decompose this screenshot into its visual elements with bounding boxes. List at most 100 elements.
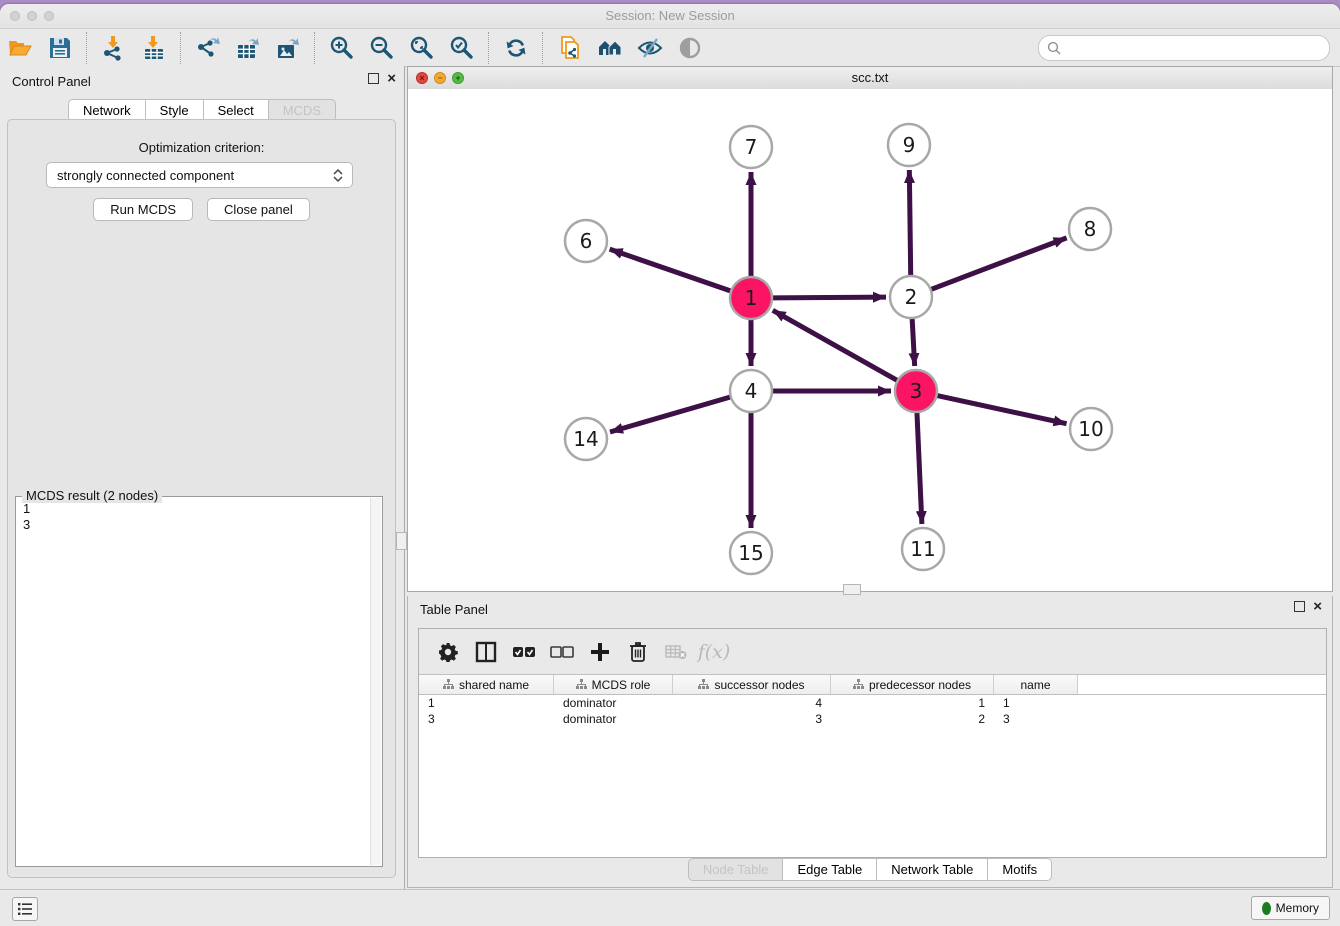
tab-node-table[interactable]: Node Table [688, 858, 784, 881]
graph-node-2[interactable]: 2 [890, 276, 932, 318]
graph-edge-3-11[interactable] [917, 412, 922, 524]
graph-edge-1-6[interactable] [610, 249, 732, 291]
tab-edge-table[interactable]: Edge Table [783, 858, 877, 881]
memory-status-icon [1262, 902, 1271, 915]
duplicate-network-icon[interactable] [555, 33, 585, 63]
float-panel-icon[interactable] [368, 73, 379, 84]
zoom-fit-icon[interactable] [407, 33, 437, 63]
graph-edge-2-8[interactable] [931, 238, 1067, 290]
tab-network-table[interactable]: Network Table [877, 858, 988, 881]
table-cell[interactable]: dominator [554, 696, 673, 710]
table-panel-title: Table Panel [420, 602, 488, 617]
table-cell[interactable]: 4 [673, 696, 831, 710]
result-scrollbar[interactable] [370, 498, 381, 865]
run-mcds-button[interactable]: Run MCDS [93, 198, 193, 221]
close-table-panel-icon[interactable]: × [1313, 602, 1322, 612]
open-session-icon[interactable] [5, 33, 35, 63]
search-icon [1047, 41, 1061, 55]
delete-column-icon[interactable] [625, 639, 651, 665]
delete-table-icon-disabled [663, 639, 689, 665]
save-session-icon[interactable] [45, 33, 75, 63]
network-canvas[interactable]: 1 2 3 4 6 7 8 9 10 11 14 15 [408, 89, 1332, 591]
table-body: 1dominator4113dominator323 [419, 695, 1326, 727]
export-image-icon[interactable] [273, 33, 303, 63]
svg-text:7: 7 [745, 135, 758, 159]
import-network-icon[interactable] [99, 33, 129, 63]
svg-text:8: 8 [1084, 217, 1097, 241]
toolbar-separator [86, 32, 88, 64]
zoom-selected-icon[interactable] [447, 33, 477, 63]
table-cell[interactable]: 1 [994, 696, 1078, 710]
tab-motifs[interactable]: Motifs [988, 858, 1052, 881]
graph-node-7[interactable]: 7 [730, 126, 772, 168]
mcds-result-text[interactable]: 1 3 [18, 501, 370, 864]
table-cell[interactable]: 3 [419, 712, 554, 726]
application-window: Session: New Session [0, 4, 1340, 926]
show-columns-icon[interactable] [473, 639, 499, 665]
graph-node-9[interactable]: 9 [888, 124, 930, 166]
table-cell[interactable]: 2 [831, 712, 994, 726]
apply-layout-icon[interactable] [501, 33, 531, 63]
column-header-predecessor-nodes[interactable]: predecessor nodes [831, 675, 994, 694]
optimization-criterion-select[interactable]: strongly connected component [46, 162, 353, 188]
table-toolbar: f(x) [419, 629, 1326, 675]
svg-text:4: 4 [745, 379, 758, 403]
svg-text:1: 1 [745, 286, 758, 310]
show-all-networks-icon[interactable] [595, 33, 625, 63]
table-cell[interactable]: 3 [994, 712, 1078, 726]
column-header-shared-name[interactable]: shared name [419, 675, 554, 694]
column-header-successor-nodes[interactable]: successor nodes [673, 675, 831, 694]
hide-graphics-details-icon[interactable] [635, 33, 665, 63]
table-header-row: shared nameMCDS rolesuccessor nodesprede… [419, 675, 1326, 695]
close-panel-button[interactable]: Close panel [207, 198, 310, 221]
svg-text:6: 6 [580, 229, 593, 253]
show-graphics-details-icon[interactable] [675, 33, 705, 63]
table-cell[interactable]: 1 [831, 696, 994, 710]
horizontal-splitter-handle[interactable] [843, 584, 861, 595]
graph-node-8[interactable]: 8 [1069, 208, 1111, 250]
table-settings-gear-icon[interactable] [435, 639, 461, 665]
export-network-icon[interactable] [193, 33, 223, 63]
close-panel-icon[interactable]: × [387, 74, 396, 84]
graph-svg[interactable]: 1 2 3 4 6 7 8 9 10 11 14 15 [408, 89, 1332, 591]
table-row[interactable]: 3dominator323 [419, 711, 1326, 727]
status-bar: Memory [0, 889, 1340, 926]
graph-edge-3-1[interactable] [773, 310, 898, 380]
table-cell[interactable]: 3 [673, 712, 831, 726]
search-input[interactable] [1061, 39, 1329, 57]
svg-text:14: 14 [573, 427, 598, 451]
select-stepper-icon [328, 169, 352, 182]
table-cell[interactable]: 1 [419, 696, 554, 710]
graph-node-15[interactable]: 15 [730, 532, 772, 574]
graph-node-6[interactable]: 6 [565, 220, 607, 262]
graph-edge-2-3[interactable] [912, 318, 915, 366]
column-header-name[interactable]: name [994, 675, 1078, 694]
table-row[interactable]: 1dominator411 [419, 695, 1326, 711]
graph-edge-2-9[interactable] [909, 170, 910, 276]
function-builder-icon-disabled: f(x) [701, 639, 727, 665]
table-cell[interactable]: dominator [554, 712, 673, 726]
network-window-title: scc.txt [408, 70, 1332, 85]
graph-edge-3-10[interactable] [937, 395, 1067, 423]
task-history-button[interactable] [12, 897, 38, 921]
zoom-out-icon[interactable] [367, 33, 397, 63]
graph-node-3[interactable]: 3 [895, 370, 937, 412]
graph-node-14[interactable]: 14 [565, 418, 607, 460]
vertical-splitter-handle[interactable] [396, 532, 407, 550]
select-all-columns-icon[interactable] [511, 639, 537, 665]
svg-text:3: 3 [910, 379, 923, 403]
export-table-icon[interactable] [233, 33, 263, 63]
zoom-in-icon[interactable] [327, 33, 357, 63]
graph-node-1[interactable]: 1 [730, 277, 772, 319]
graph-edge-4-14[interactable] [610, 397, 731, 432]
import-table-icon[interactable] [139, 33, 169, 63]
graph-node-11[interactable]: 11 [902, 528, 944, 570]
graph-node-4[interactable]: 4 [730, 370, 772, 412]
float-table-panel-icon[interactable] [1294, 601, 1305, 612]
memory-button[interactable]: Memory [1251, 896, 1330, 920]
graph-node-10[interactable]: 10 [1070, 408, 1112, 450]
column-header-mcds-role[interactable]: MCDS role [554, 675, 673, 694]
unselect-all-columns-icon[interactable] [549, 639, 575, 665]
create-column-icon[interactable] [587, 639, 613, 665]
graph-edge-1-2[interactable] [772, 297, 886, 298]
